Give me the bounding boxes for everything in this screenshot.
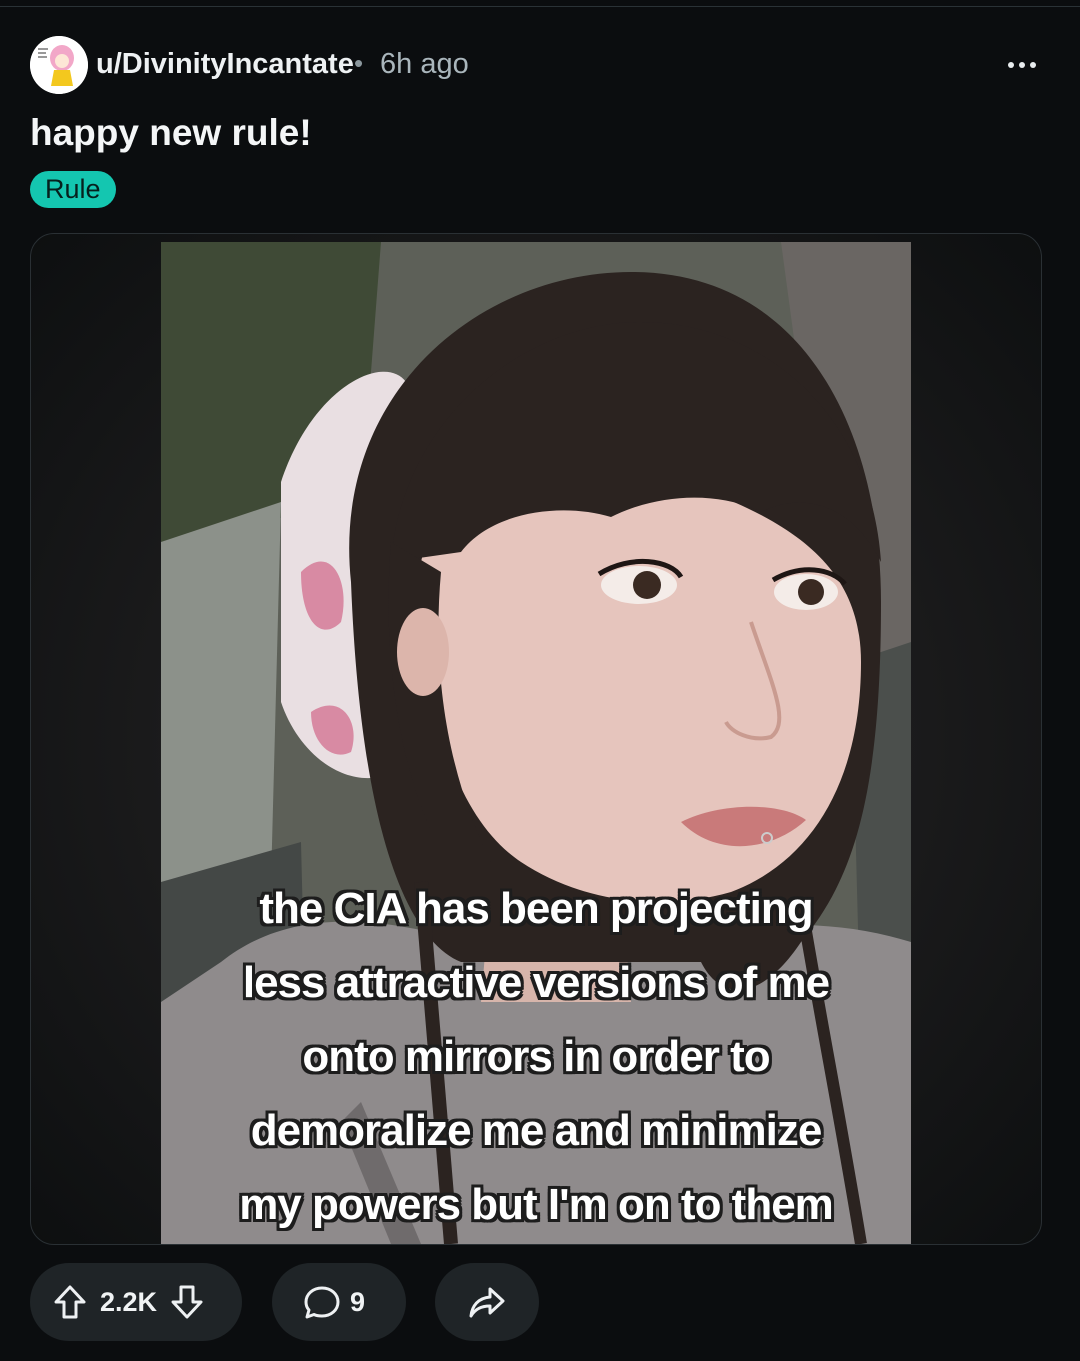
downvote-button[interactable]	[163, 1278, 211, 1326]
more-dot-icon	[1008, 62, 1014, 68]
caption-line: demoralize me and minimize	[250, 1106, 823, 1155]
more-dot-icon	[1030, 62, 1036, 68]
top-divider	[0, 6, 1080, 7]
post-header: u/DivinityIncantate • 6h ago	[30, 36, 1050, 94]
user-avatar[interactable]	[30, 36, 88, 94]
caption-line: less attractive versions of me	[242, 958, 830, 1007]
avatar-illustration	[30, 36, 88, 94]
comment-count: 9	[350, 1286, 366, 1317]
post-flair[interactable]: Rule	[30, 171, 116, 208]
comments-button[interactable]: 9	[272, 1263, 406, 1341]
share-arrow-icon	[469, 1287, 505, 1318]
caption-line: the CIA has been projecting	[259, 884, 813, 933]
comment-icon-wrap	[298, 1278, 346, 1326]
vote-count: 2.2K	[100, 1286, 158, 1317]
post-actions: 2.2K 9	[30, 1263, 1050, 1341]
upvote-arrow-icon	[54, 1285, 86, 1319]
speech-bubble-icon	[304, 1286, 340, 1319]
post-title[interactable]: happy new rule!	[30, 112, 312, 154]
meta-separator: •	[354, 48, 364, 78]
image-caption: the CIA has been projecting less attract…	[161, 872, 911, 1242]
more-options-button[interactable]	[1002, 50, 1042, 80]
post-timestamp: 6h ago	[380, 48, 469, 80]
caption-line: my powers but I'm on to them	[239, 1180, 834, 1229]
share-button[interactable]	[435, 1263, 539, 1341]
more-dot-icon	[1019, 62, 1025, 68]
post-author[interactable]: u/DivinityIncantate	[96, 48, 354, 81]
downvote-arrow-icon	[171, 1285, 203, 1319]
caption-line: onto mirrors in order to	[302, 1032, 770, 1081]
vote-bar: 2.2K	[30, 1263, 242, 1341]
post-media[interactable]: the CIA has been projecting less attract…	[30, 233, 1042, 1245]
post-image[interactable]: the CIA has been projecting less attract…	[161, 242, 911, 1244]
upvote-button[interactable]	[46, 1278, 94, 1326]
